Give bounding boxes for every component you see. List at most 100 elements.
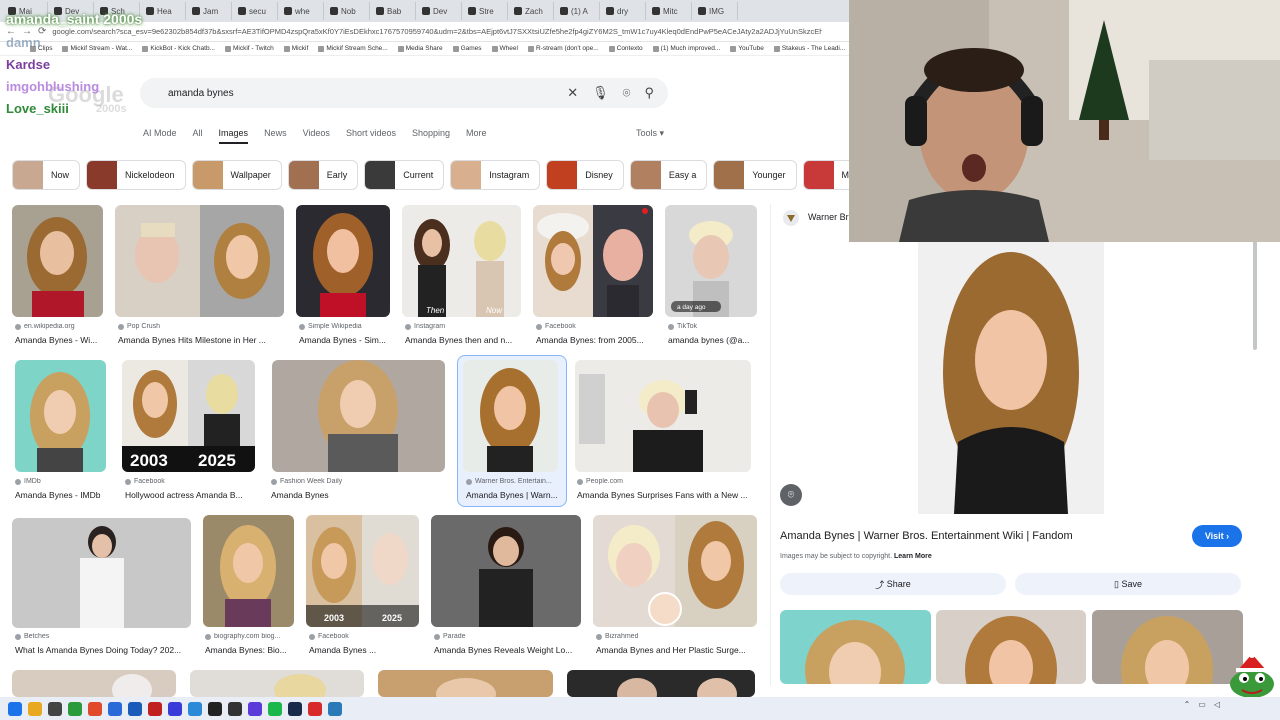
browser-tab[interactable]: whe bbox=[280, 2, 324, 20]
app-icon[interactable] bbox=[148, 701, 162, 716]
filter-chip[interactable]: Nickelodeon bbox=[86, 160, 186, 190]
result-image[interactable] bbox=[190, 670, 364, 697]
chrome-icon[interactable] bbox=[88, 701, 102, 716]
result-image[interactable]: a day ago bbox=[665, 205, 757, 317]
start-icon[interactable] bbox=[8, 701, 22, 716]
bookmark-item[interactable]: R-stream (don't ope... bbox=[528, 45, 599, 52]
result-title[interactable]: Amanda Bynes - IMDb bbox=[15, 490, 115, 500]
search-tab[interactable]: All bbox=[193, 128, 203, 144]
filter-chip[interactable]: Younger bbox=[713, 160, 797, 190]
search-tab[interactable]: Shopping bbox=[412, 128, 450, 144]
microphone-icon[interactable]: 🎙 bbox=[592, 85, 609, 101]
bookmark-item[interactable]: YouTube bbox=[730, 45, 764, 52]
result-image[interactable] bbox=[575, 360, 751, 472]
result-title[interactable]: Amanda Bynes Reveals Weight Lo... bbox=[434, 645, 580, 655]
result-image[interactable] bbox=[593, 515, 757, 627]
app-icon[interactable] bbox=[188, 701, 202, 716]
result-image[interactable] bbox=[378, 670, 553, 697]
bookmark-item[interactable]: KickBot - Kick Chatb... bbox=[142, 45, 215, 52]
result-title[interactable]: Amanda Bynes: Bio... bbox=[205, 645, 295, 655]
result-image[interactable]: 2003 2025 bbox=[306, 515, 419, 627]
app-icon[interactable] bbox=[108, 701, 122, 716]
filter-chip[interactable]: Early bbox=[287, 160, 359, 190]
related-image[interactable] bbox=[1092, 610, 1243, 684]
browser-tab[interactable]: Stre bbox=[464, 2, 508, 20]
result-title[interactable]: Amanda Bynes ... bbox=[309, 645, 419, 655]
bookmark-item[interactable]: Mickif Stream - Wat... bbox=[62, 45, 132, 52]
bookmark-item[interactable]: Mickif - Twitch bbox=[225, 45, 274, 52]
app-icon[interactable] bbox=[228, 701, 242, 716]
search-tab[interactable]: More bbox=[466, 128, 487, 144]
obs-icon[interactable] bbox=[208, 701, 222, 716]
filter-chip[interactable]: Disney bbox=[546, 160, 624, 190]
result-title[interactable]: Amanda Bynes: from 2005... bbox=[536, 335, 654, 345]
related-image[interactable] bbox=[780, 610, 931, 684]
bookmark-item[interactable]: Mickif Stream Sche... bbox=[318, 45, 387, 52]
result-image[interactable] bbox=[567, 670, 755, 697]
bookmark-item[interactable]: Wheel bbox=[492, 45, 518, 52]
preview-image[interactable] bbox=[918, 242, 1104, 514]
filter-chip[interactable]: Easy a bbox=[629, 160, 708, 190]
browser-tab[interactable]: Nob bbox=[326, 2, 370, 20]
filter-chip[interactable]: Wallpaper bbox=[191, 160, 282, 190]
steam-icon[interactable] bbox=[288, 701, 302, 716]
browser-tab[interactable]: Bab bbox=[372, 2, 416, 20]
result-title[interactable]: Amanda Bynes | Warn... bbox=[466, 490, 562, 500]
clear-icon[interactable]: ✕ bbox=[567, 85, 578, 101]
app-icon[interactable] bbox=[328, 701, 342, 716]
result-title[interactable]: Amanda Bynes Hits Milestone in Her ... bbox=[118, 335, 284, 345]
visit-button[interactable]: Visit › bbox=[1192, 525, 1242, 547]
browser-tab[interactable]: IMG bbox=[694, 2, 738, 20]
bookmark-item[interactable]: Mickif bbox=[284, 45, 309, 52]
url-field[interactable]: google.com/search?sca_esv=9e62302b854df3… bbox=[52, 27, 822, 36]
network-icon[interactable]: ▭ bbox=[1198, 700, 1206, 709]
browser-tab[interactable]: Hea bbox=[142, 2, 186, 20]
result-title[interactable]: Amanda Bynes and Her Plastic Surge... bbox=[596, 645, 756, 655]
result-image[interactable] bbox=[272, 360, 445, 472]
filter-chip[interactable]: Now bbox=[12, 160, 81, 190]
bookmark-item[interactable]: Stakeus - The Leadi... bbox=[774, 45, 845, 52]
result-image[interactable] bbox=[12, 205, 103, 317]
result-title[interactable]: Amanda Bynes bbox=[271, 490, 441, 500]
result-image[interactable] bbox=[115, 205, 284, 317]
app-icon[interactable] bbox=[68, 701, 82, 716]
volume-icon[interactable]: ◁ bbox=[1214, 700, 1220, 709]
result-image[interactable] bbox=[533, 205, 653, 317]
browser-tab[interactable]: Mitc bbox=[648, 2, 692, 20]
bookmark-item[interactable]: (1) Much improved... bbox=[653, 45, 721, 52]
result-title[interactable]: amanda bynes (@a... bbox=[668, 335, 756, 345]
tools-button[interactable]: Tools ▾ bbox=[636, 128, 664, 139]
panel-title[interactable]: Amanda Bynes | Warner Bros. Entertainmen… bbox=[780, 530, 1073, 542]
result-title[interactable]: Amanda Bynes - Wi... bbox=[15, 335, 105, 345]
search-tab[interactable]: Videos bbox=[303, 128, 330, 144]
result-image[interactable] bbox=[12, 670, 176, 697]
result-image[interactable] bbox=[431, 515, 581, 627]
discord-icon[interactable] bbox=[248, 701, 262, 716]
browser-tab[interactable]: secu bbox=[234, 2, 278, 20]
result-title[interactable]: Amanda Bynes Surprises Fans with a New .… bbox=[577, 490, 753, 500]
result-title[interactable]: Amanda Bynes - Sim... bbox=[299, 335, 391, 345]
result-image[interactable] bbox=[12, 518, 191, 628]
filter-chip[interactable]: Instagram bbox=[450, 160, 541, 190]
browser-tab[interactable]: Dev bbox=[418, 2, 462, 20]
result-image[interactable] bbox=[15, 360, 106, 472]
result-title[interactable]: Hollywood actress Amanda B... bbox=[125, 490, 255, 500]
result-title[interactable]: What Is Amanda Bynes Doing Today? 202... bbox=[15, 645, 191, 655]
search-input[interactable] bbox=[154, 87, 514, 99]
filter-chip[interactable]: Current bbox=[364, 160, 445, 190]
bookmark-item[interactable]: Media Share bbox=[398, 45, 443, 52]
search-tab[interactable]: Images bbox=[218, 128, 249, 144]
browser-tab[interactable]: Jam bbox=[188, 2, 232, 20]
file-explorer-icon[interactable] bbox=[28, 701, 42, 716]
search-tab[interactable]: Short videos bbox=[346, 128, 396, 144]
learn-more-link[interactable]: Learn More bbox=[894, 553, 932, 560]
search-tab[interactable]: News bbox=[264, 128, 287, 144]
search-tab[interactable]: AI Mode bbox=[143, 128, 177, 144]
app-icon[interactable] bbox=[308, 701, 322, 716]
browser-tab[interactable]: Zach bbox=[510, 2, 554, 20]
result-image[interactable] bbox=[463, 360, 558, 472]
browser-tab[interactable]: dry bbox=[602, 2, 646, 20]
save-button[interactable]: ▯ Save bbox=[1015, 573, 1241, 595]
result-title[interactable]: Amanda Bynes then and n... bbox=[405, 335, 521, 345]
app-icon[interactable] bbox=[128, 701, 142, 716]
